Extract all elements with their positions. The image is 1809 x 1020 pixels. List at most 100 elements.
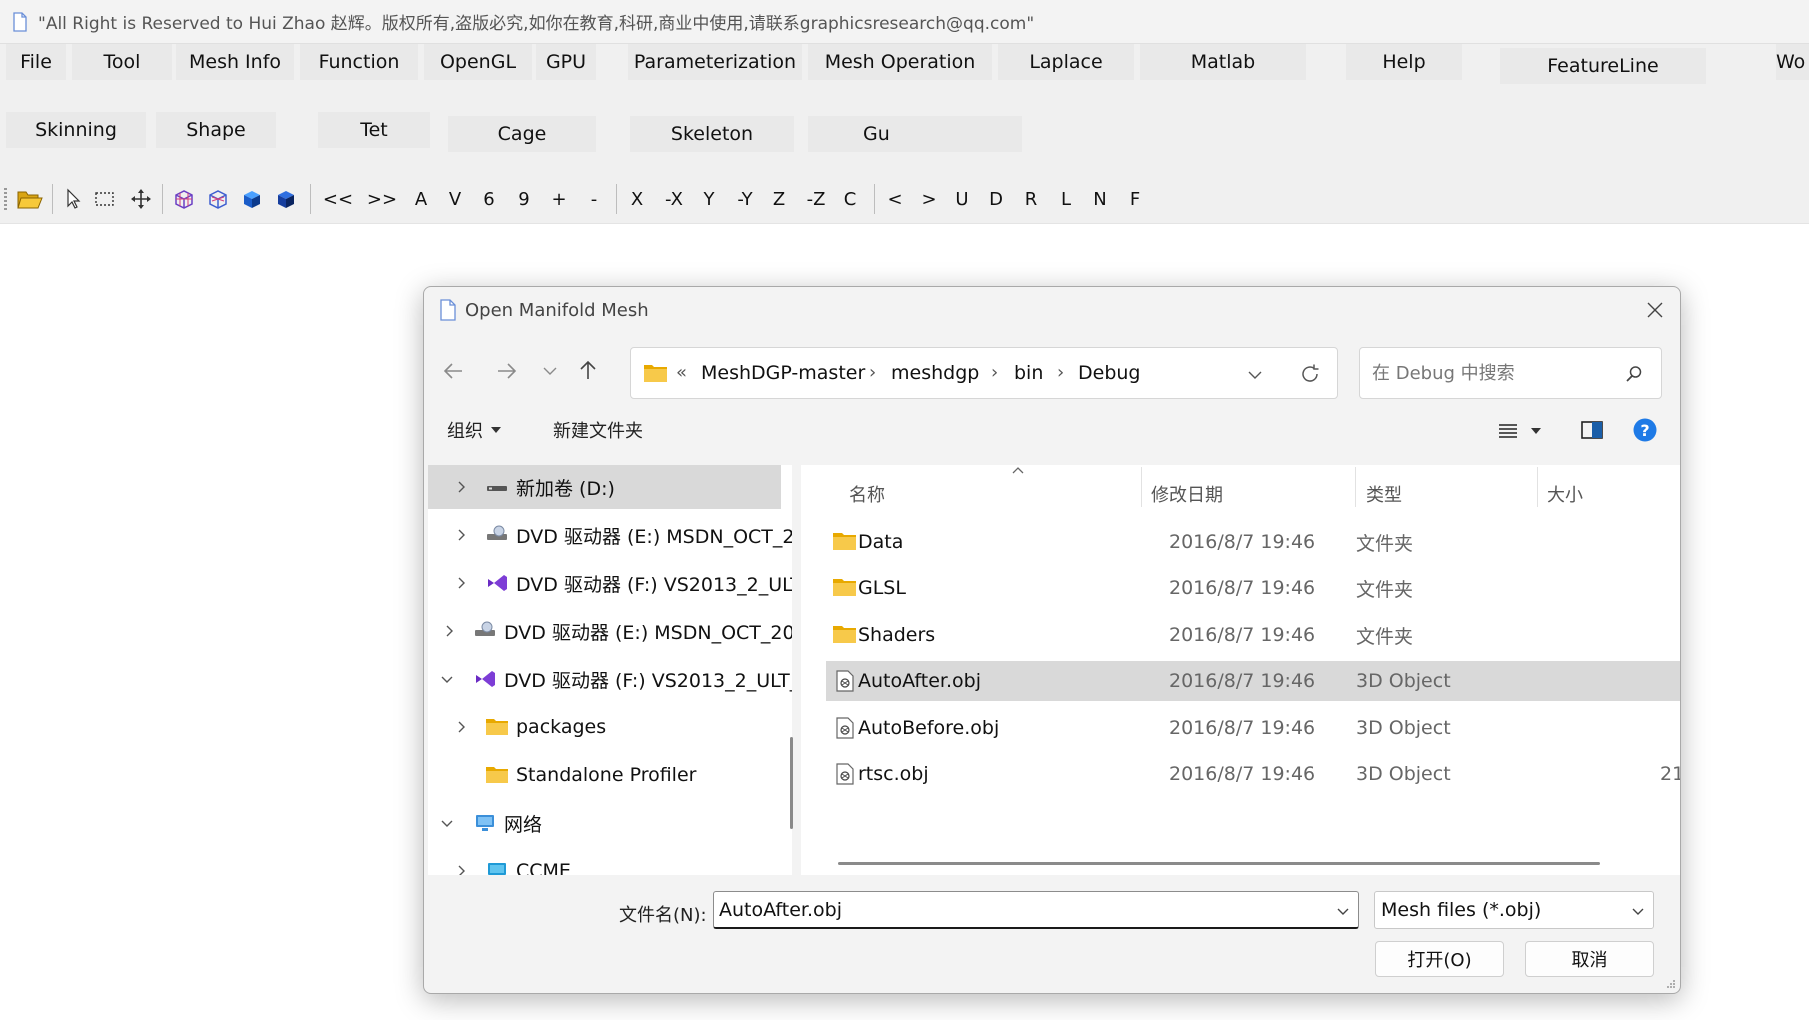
toolbar-6-button[interactable]: 6	[478, 186, 500, 212]
file-row[interactable]: GLSL 2016/8/7 19:46 文件夹	[826, 568, 1680, 608]
preview-pane-icon[interactable]	[1580, 419, 1604, 441]
chevron-down-icon[interactable]	[1336, 904, 1350, 918]
toolbar-r-button[interactable]: R	[1020, 186, 1042, 212]
tree-item[interactable]: DVD 驱动器 (E:) MSDN_OCT_2	[428, 513, 792, 557]
toolbar-a-button[interactable]: A	[410, 186, 432, 212]
menu-tool[interactable]: Tool	[72, 44, 172, 80]
tree-item[interactable]: packages	[428, 705, 784, 749]
open-folder-icon[interactable]	[16, 186, 44, 212]
search-box[interactable]	[1359, 347, 1662, 399]
toolbar-d-button[interactable]: D	[985, 186, 1007, 212]
menu-mesh-info[interactable]: Mesh Info	[176, 44, 294, 80]
address-bar[interactable]: « MeshDGP-master › meshdgp › bin › Debug	[630, 347, 1338, 399]
search-input[interactable]	[1372, 360, 1612, 386]
file-list-scrollbar[interactable]	[838, 862, 1600, 865]
wireframe-cube-icon[interactable]	[172, 187, 196, 211]
toolbar-n-button[interactable]: N	[1089, 186, 1111, 212]
toolbar-minus-button[interactable]: -	[583, 186, 605, 212]
toolbar-f-button[interactable]: F	[1124, 186, 1146, 212]
column-header-name[interactable]: 名称	[849, 481, 885, 507]
move-icon[interactable]	[130, 188, 152, 210]
file-row[interactable]: Data 2016/8/7 19:46 文件夹	[826, 522, 1680, 562]
up-arrow-icon[interactable]	[576, 358, 600, 382]
menu-wo[interactable]: Wo	[1776, 44, 1809, 80]
toolbar-u-button[interactable]: U	[951, 186, 973, 212]
menu-function[interactable]: Function	[300, 44, 418, 80]
select-rect-icon[interactable]	[94, 190, 116, 208]
search-icon[interactable]	[1624, 364, 1644, 384]
breadcrumb-bin[interactable]: bin	[1014, 362, 1043, 384]
forward-arrow-icon[interactable]	[494, 360, 518, 382]
tree-item[interactable]: DVD 驱动器 (F:) VS2013_2_ULT	[428, 561, 792, 605]
toolbar-neg-x-button[interactable]: -X	[658, 186, 690, 212]
menu-opengl[interactable]: OpenGL	[424, 44, 532, 80]
file-row[interactable]: Shaders 2016/8/7 19:46 文件夹	[826, 615, 1680, 655]
tree-item[interactable]: 新加卷 (D:)	[428, 465, 781, 509]
toolbar-prev-button[interactable]: <<	[322, 186, 354, 212]
tree-item[interactable]: 网络	[428, 801, 784, 845]
tree-item[interactable]: CCME	[428, 849, 784, 875]
resize-grip-icon[interactable]	[1664, 977, 1676, 989]
column-divider[interactable]	[1141, 467, 1142, 507]
toolbar-lt-button[interactable]: <	[884, 186, 906, 212]
open-button[interactable]: 打开(O)	[1375, 941, 1504, 977]
menu-skeleton[interactable]: Skeleton	[630, 116, 794, 152]
chevron-down-icon[interactable]	[440, 816, 454, 830]
toolbar-plus-button[interactable]: +	[548, 186, 570, 212]
menu-file[interactable]: File	[6, 44, 66, 80]
toolbar-gt-button[interactable]: >	[918, 186, 940, 212]
chevron-down-icon[interactable]	[1631, 904, 1645, 918]
chevron-right-icon[interactable]	[454, 576, 468, 590]
breadcrumb-meshdgp[interactable]: meshdgp	[891, 362, 979, 384]
tree-item[interactable]: DVD 驱动器 (E:) MSDN_OCT_20	[428, 609, 792, 653]
toolbar-grip[interactable]	[4, 188, 7, 210]
tree-item[interactable]: DVD 驱动器 (F:) VS2013_2_ULT_(	[428, 657, 792, 701]
caret-down-icon[interactable]	[1529, 425, 1543, 437]
toolbar-c-button[interactable]: C	[839, 186, 861, 212]
column-header-size[interactable]: 大小	[1547, 481, 1583, 507]
organize-button[interactable]: 组织	[447, 417, 503, 443]
column-header-type[interactable]: 类型	[1366, 481, 1402, 507]
breadcrumb-debug[interactable]: Debug	[1078, 362, 1140, 384]
toolbar-v-button[interactable]: V	[444, 186, 466, 212]
select-pointer-icon[interactable]	[64, 188, 82, 210]
menu-mesh-operation[interactable]: Mesh Operation	[808, 44, 992, 80]
file-list[interactable]: 名称 修改日期 类型 大小 Data 2016/8/7 19:46 文件夹 GL…	[801, 465, 1680, 875]
menu-featureline[interactable]: FeatureLine	[1500, 48, 1706, 84]
chevron-right-icon[interactable]	[454, 480, 468, 494]
chevron-right-icon[interactable]	[454, 864, 468, 875]
menu-cage[interactable]: Cage	[448, 116, 596, 152]
chevron-down-icon[interactable]	[1247, 368, 1263, 382]
solid-cube-dark-icon[interactable]	[274, 187, 298, 211]
toolbar-neg-z-button[interactable]: -Z	[800, 186, 832, 212]
help-icon[interactable]: ?	[1632, 417, 1658, 443]
chevron-down-icon[interactable]	[542, 364, 558, 378]
filename-combobox[interactable]	[713, 891, 1359, 929]
toolbar-l-button[interactable]: L	[1055, 186, 1077, 212]
menu-shape[interactable]: Shape	[156, 112, 276, 148]
filename-input[interactable]	[719, 898, 1309, 922]
column-divider[interactable]	[1355, 467, 1356, 507]
toolbar-next-button[interactable]: >>	[366, 186, 398, 212]
back-arrow-icon[interactable]	[442, 360, 466, 382]
chevron-right-icon[interactable]	[442, 624, 456, 638]
wireframe-cube-alt-icon[interactable]	[206, 187, 230, 211]
file-row[interactable]: AutoBefore.obj 2016/8/7 19:46 3D Object	[826, 708, 1680, 748]
toolbar-9-button[interactable]: 9	[513, 186, 535, 212]
close-icon[interactable]	[1644, 299, 1666, 321]
menu-matlab[interactable]: Matlab	[1140, 44, 1306, 80]
menu-tet[interactable]: Tet	[318, 112, 430, 148]
chevron-right-icon[interactable]	[454, 528, 468, 542]
menu-laplace[interactable]: Laplace	[998, 44, 1134, 80]
breadcrumb-overflow[interactable]: «	[676, 362, 687, 383]
tree-scrollbar[interactable]	[790, 737, 793, 829]
file-type-filter[interactable]: Mesh files (*.obj)	[1374, 891, 1654, 929]
toolbar-neg-y-button[interactable]: -Y	[729, 186, 761, 212]
file-row-selected[interactable]: AutoAfter.obj 2016/8/7 19:46 3D Object	[826, 661, 1680, 701]
tree-item[interactable]: Standalone Profiler	[428, 753, 784, 797]
navigation-tree[interactable]: 新加卷 (D:) DVD 驱动器 (E:) MSDN_OCT_2 DVD 驱动器…	[428, 465, 792, 875]
chevron-right-icon[interactable]	[454, 720, 468, 734]
file-row[interactable]: rtsc.obj 2016/8/7 19:46 3D Object 21	[826, 754, 1680, 794]
toolbar-z-button[interactable]: Z	[768, 186, 790, 212]
column-divider[interactable]	[1537, 467, 1538, 507]
